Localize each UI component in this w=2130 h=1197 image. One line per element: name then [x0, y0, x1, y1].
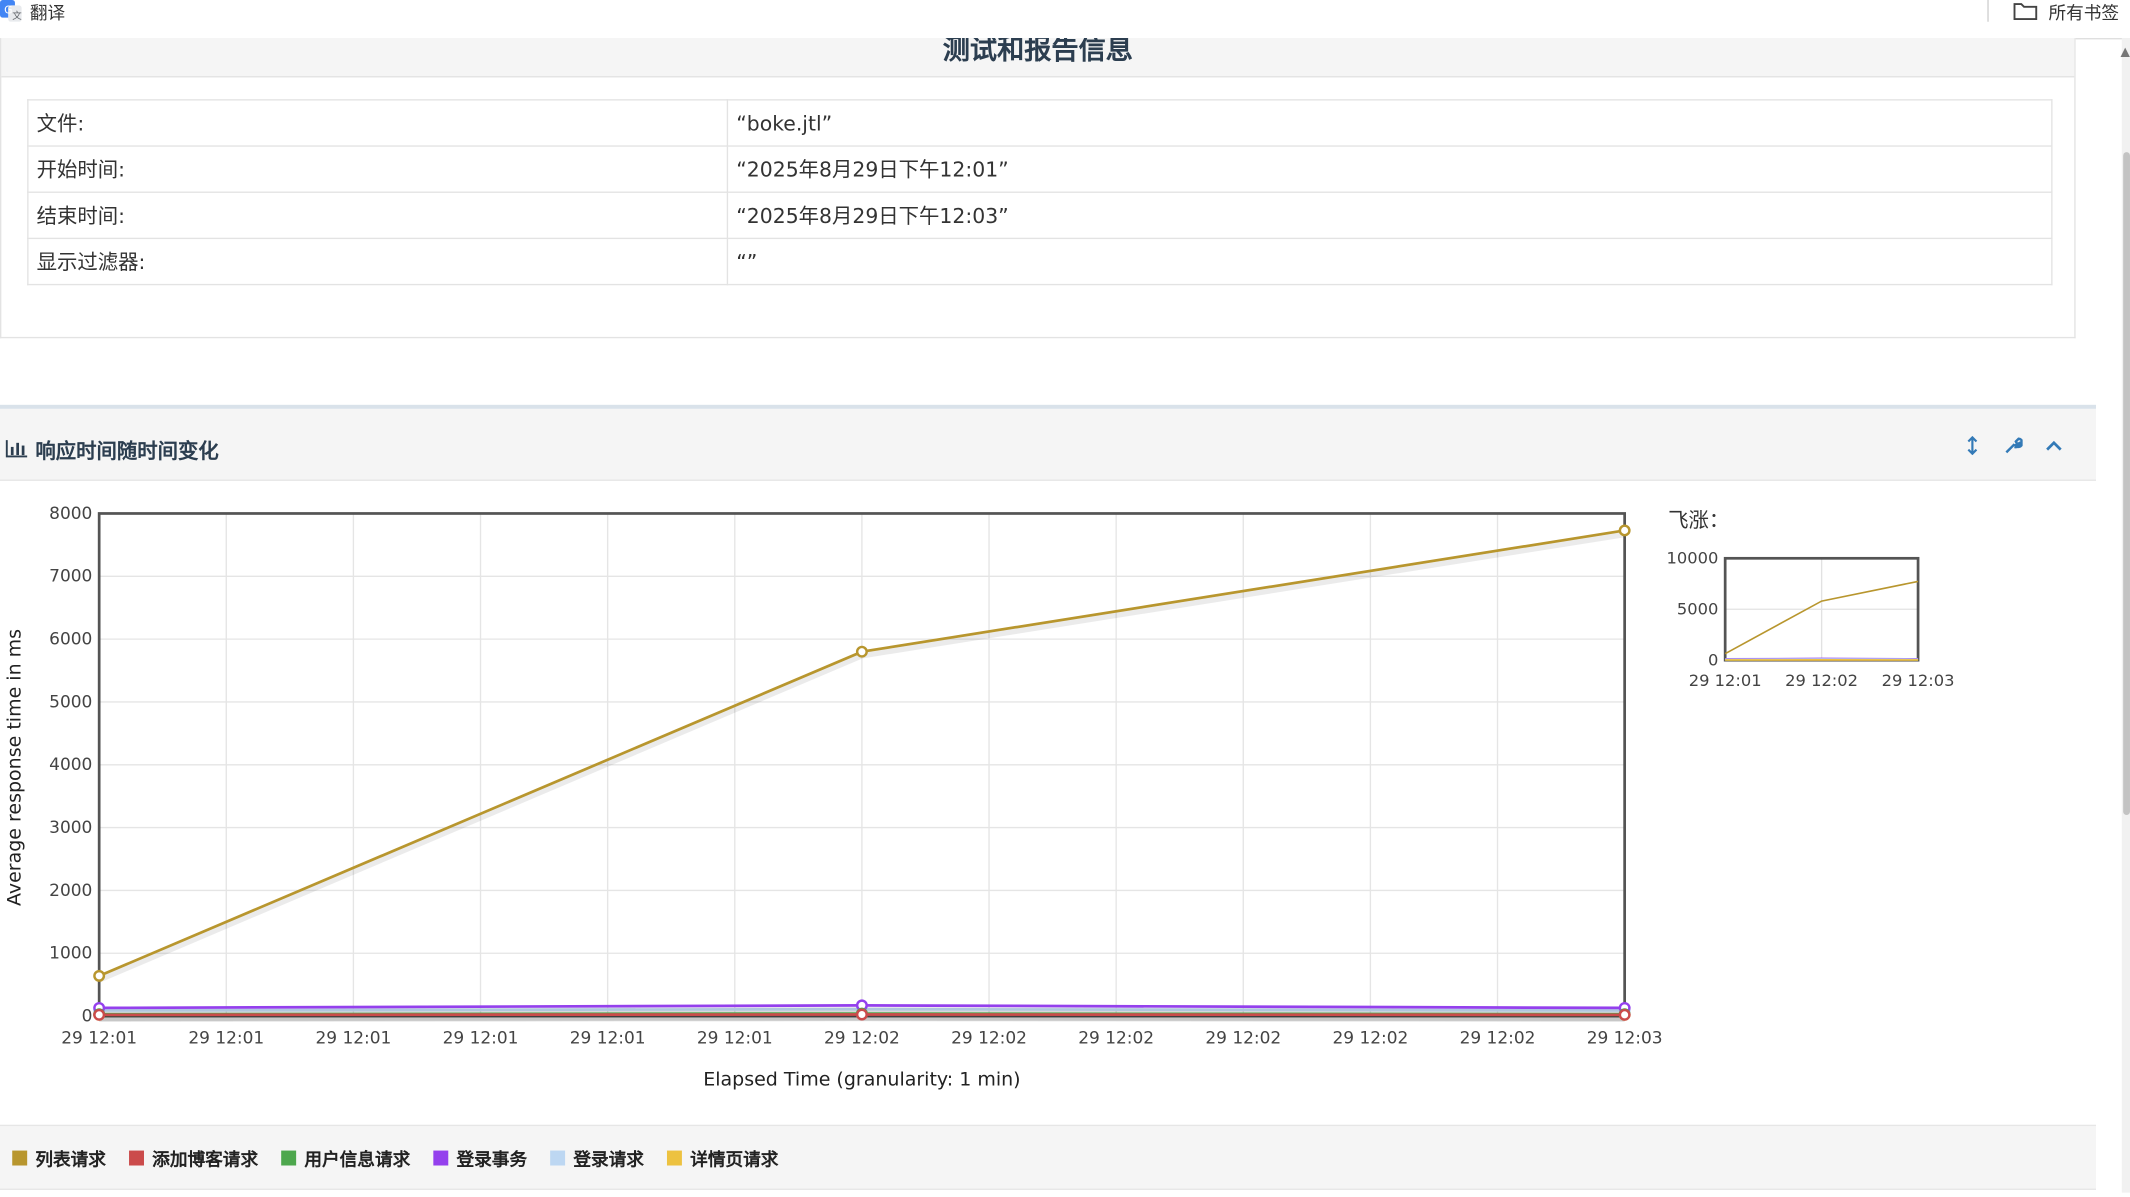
info-key: 开始时间:: [28, 146, 728, 192]
overview-x-tick-label: 29 12:03: [1882, 671, 1955, 690]
x-tick-label: 29 12:02: [1460, 1028, 1536, 1048]
overview-x-tick-label: 29 12:02: [1785, 671, 1858, 690]
series-point: [1620, 526, 1630, 536]
x-tick-label: 29 12:02: [1332, 1028, 1408, 1048]
y-tick-label: 3000: [49, 818, 92, 838]
series-point: [94, 1010, 104, 1020]
y-tick-label: 7000: [49, 567, 92, 587]
info-key: 显示过滤器:: [28, 238, 728, 284]
translate-bookmark[interactable]: G 文 翻译: [0, 0, 65, 22]
info-key: 文件:: [28, 100, 728, 146]
all-bookmarks-label: 所有书签: [2048, 0, 2119, 24]
legend-label: 用户信息请求: [304, 1144, 410, 1170]
y-tick-label: 6000: [49, 630, 92, 650]
y-tick-label: 0: [82, 1007, 93, 1027]
overview-y-tick-label: 5000: [1677, 600, 1718, 619]
legend-item[interactable]: 列表请求: [12, 1144, 106, 1170]
test-report-info-panel: 测试和报告信息 文件:“boke.jtl”开始时间:“2025年8月29日下午1…: [0, 38, 2076, 338]
scrollbar-thumb[interactable]: [2123, 152, 2130, 815]
legend-label: 列表请求: [35, 1144, 106, 1170]
legend-item[interactable]: 详情页请求: [667, 1144, 778, 1170]
info-row: 文件:“boke.jtl”: [28, 100, 2052, 146]
x-tick-label: 29 12:01: [315, 1028, 391, 1048]
panel-tools: [1963, 436, 2064, 455]
legend-swatch: [12, 1150, 27, 1165]
series-point: [1620, 1010, 1630, 1020]
chart-title: 响应时间随时间变化: [35, 436, 218, 465]
legend-swatch: [129, 1150, 144, 1165]
y-tick-label: 2000: [49, 881, 92, 901]
panel-header: 测试和报告信息: [1, 38, 2074, 77]
y-tick-label: 1000: [49, 944, 92, 964]
chart-legend: 列表请求 添加博客请求 用户信息请求 登录事务 登录请求 详情页请求: [0, 1125, 2096, 1190]
resize-icon[interactable]: [1963, 436, 1982, 455]
bookmarks-separator: [1987, 0, 1988, 22]
info-value: “2025年8月29日下午12:01”: [727, 146, 2051, 192]
google-translate-icon: G 文: [0, 0, 22, 22]
x-tick-label: 29 12:01: [188, 1028, 264, 1048]
collapse-icon[interactable]: [2044, 436, 2063, 455]
x-tick-label: 29 12:02: [1078, 1028, 1154, 1048]
y-tick-label: 5000: [49, 692, 92, 712]
legend-label: 添加博客请求: [152, 1144, 258, 1170]
x-tick-label: 29 12:01: [61, 1028, 137, 1048]
x-tick-label: 29 12:03: [1587, 1028, 1663, 1048]
info-row: 开始时间:“2025年8月29日下午12:01”: [28, 146, 2052, 192]
overview-x-tick-label: 29 12:01: [1689, 671, 1762, 690]
legend-label: 详情页请求: [690, 1144, 778, 1170]
scroll-up-arrow[interactable]: ▲: [2120, 46, 2129, 60]
series-point: [857, 1010, 867, 1020]
info-key: 结束时间:: [28, 192, 728, 238]
panel-title: 测试和报告信息: [1, 38, 2074, 67]
info-value: “boke.jtl”: [727, 100, 2051, 146]
wrench-icon[interactable]: [2004, 436, 2023, 455]
legend-swatch: [550, 1150, 565, 1165]
x-tick-label: 29 12:02: [1205, 1028, 1281, 1048]
series-point: [857, 647, 867, 657]
folder-icon: [2013, 1, 2037, 20]
overview-label: 飞涨：: [1668, 505, 1729, 534]
x-tick-label: 29 12:02: [951, 1028, 1027, 1048]
info-row: 显示过滤器:“”: [28, 238, 2052, 284]
legend-label: 登录请求: [573, 1144, 644, 1170]
x-tick-label: 29 12:01: [570, 1028, 646, 1048]
y-tick-label: 8000: [49, 504, 92, 524]
bookmarks-bar: G 文 翻译 所有书签: [0, 0, 2130, 39]
info-value: “2025年8月29日下午12:03”: [727, 192, 2051, 238]
overview-y-tick-label: 10000: [1667, 549, 1719, 568]
y-tick-label: 4000: [49, 755, 92, 775]
legend-item[interactable]: 添加博客请求: [129, 1144, 258, 1170]
legend-swatch: [433, 1150, 448, 1165]
legend-item[interactable]: 用户信息请求: [281, 1144, 410, 1170]
info-table: 文件:“boke.jtl”开始时间:“2025年8月29日下午12:01”结束时…: [27, 99, 2052, 285]
legend-swatch: [667, 1150, 682, 1165]
x-axis-label: Elapsed Time (granularity: 1 min): [703, 1068, 1020, 1090]
legend-label: 登录事务: [456, 1144, 527, 1170]
chart-panel-header: 响应时间随时间变化: [0, 409, 2096, 481]
legend-item[interactable]: 登录事务: [433, 1144, 527, 1170]
info-value: “”: [727, 238, 2051, 284]
series-point: [94, 971, 104, 981]
legend-item[interactable]: 登录请求: [550, 1144, 644, 1170]
svg-text:G: G: [4, 4, 12, 17]
overview-y-tick-label: 0: [1708, 651, 1718, 670]
x-tick-label: 29 12:01: [697, 1028, 773, 1048]
x-tick-label: 29 12:01: [443, 1028, 519, 1048]
response-time-chart: 0 1000 2000 3000 4000 5000 6000 7000 8000 29 12:0…: [0, 478, 2096, 1125]
translate-label: 翻译: [30, 0, 65, 24]
all-bookmarks-button[interactable]: 所有书签: [2013, 0, 2119, 22]
svg-text:文: 文: [12, 10, 22, 22]
info-row: 结束时间:“2025年8月29日下午12:03”: [28, 192, 2052, 238]
legend-swatch: [281, 1150, 296, 1165]
bar-chart-icon: [5, 439, 28, 458]
y-axis-label: Average response time in ms: [3, 629, 25, 906]
x-tick-label: 29 12:02: [824, 1028, 900, 1048]
